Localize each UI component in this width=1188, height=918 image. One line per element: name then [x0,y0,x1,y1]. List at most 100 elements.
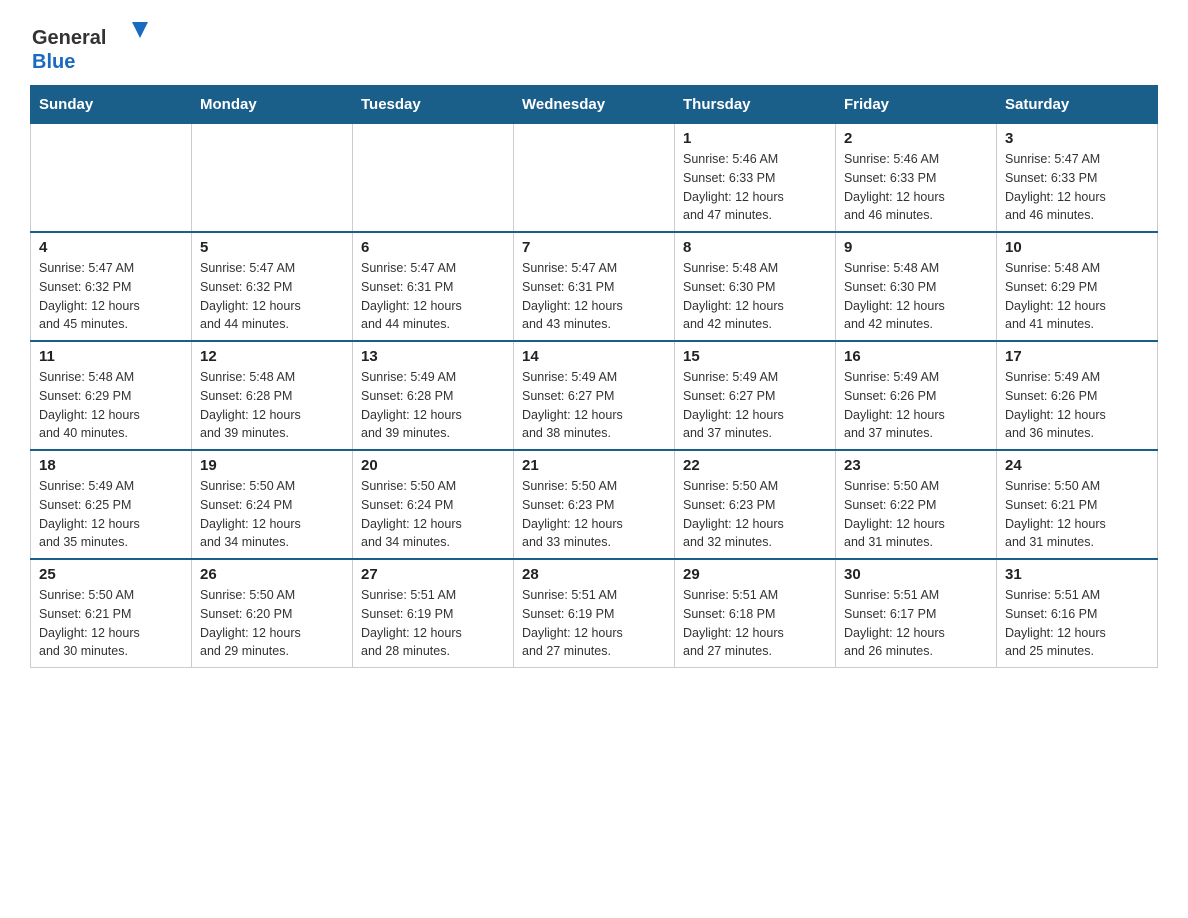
calendar-cell: 23Sunrise: 5:50 AM Sunset: 6:22 PM Dayli… [836,450,997,559]
calendar-cell: 8Sunrise: 5:48 AM Sunset: 6:30 PM Daylig… [675,232,836,341]
day-info: Sunrise: 5:48 AM Sunset: 6:29 PM Dayligh… [39,368,183,443]
week-row-4: 18 Sunrise: 5:49 AM Sunset: 6:25 PM Dayli… [31,450,1158,559]
calendar-cell: 10 Sunrise: 5:48 AM Sunset: 6:29 PM Dayli… [997,232,1158,341]
day-info: Sunrise: 5:50 AM Sunset: 6:22 PM Dayligh… [844,477,988,552]
day-number: 15 [683,348,827,365]
day-info: Sunrise: 5:48 AM Sunset: 6:28 PM Dayligh… [200,368,344,443]
day-info: Sunrise: 5:48 AM Sunset: 6:30 PM Dayligh… [683,259,827,334]
day-header-sunday: Sunday [31,86,192,124]
calendar-cell: 27 Sunrise: 5:51 AM Sunset: 6:19 PM Dayli… [353,559,514,668]
day-number: 19 [200,457,344,474]
day-header-thursday: Thursday [675,86,836,124]
day-info: Sunrise: 5:50 AM Sunset: 6:24 PM Dayligh… [361,477,505,552]
day-info: Sunrise: 5:49 AM Sunset: 6:26 PM Dayligh… [1005,368,1149,443]
calendar-table: SundayMondayTuesdayWednesdayThursdayFrid… [30,85,1158,668]
day-info: Sunrise: 5:51 AM Sunset: 6:16 PM Dayligh… [1005,586,1149,661]
calendar-cell [31,124,192,233]
page-header: General Blue [30,20,1158,75]
day-number: 2 [844,130,988,147]
day-number: 14 [522,348,666,365]
calendar-cell: 4 Sunrise: 5:47 AM Sunset: 6:32 PM Daylig… [31,232,192,341]
week-row-3: 11 Sunrise: 5:48 AM Sunset: 6:29 PM Dayli… [31,341,1158,450]
day-number: 3 [1005,130,1149,147]
day-info: Sunrise: 5:49 AM Sunset: 6:26 PM Dayligh… [844,368,988,443]
calendar-cell: 16 Sunrise: 5:49 AM Sunset: 6:26 PM Dayli… [836,341,997,450]
day-number: 5 [200,239,344,256]
calendar-cell: 25 Sunrise: 5:50 AM Sunset: 6:21 PM Dayli… [31,559,192,668]
day-info: Sunrise: 5:47 AM Sunset: 6:33 PM Dayligh… [1005,150,1149,225]
week-row-1: 1 Sunrise: 5:46 AM Sunset: 6:33 PM Daylig… [31,124,1158,233]
day-header-tuesday: Tuesday [353,86,514,124]
day-number: 30 [844,566,988,583]
calendar-cell: 21 Sunrise: 5:50 AM Sunset: 6:23 PM Dayli… [514,450,675,559]
day-info: Sunrise: 5:51 AM Sunset: 6:19 PM Dayligh… [361,586,505,661]
day-info: Sunrise: 5:51 AM Sunset: 6:19 PM Dayligh… [522,586,666,661]
day-number: 11 [39,348,183,365]
day-number: 28 [522,566,666,583]
calendar-cell: 12 Sunrise: 5:48 AM Sunset: 6:28 PM Dayli… [192,341,353,450]
day-number: 20 [361,457,505,474]
day-number: 21 [522,457,666,474]
calendar-cell: 24 Sunrise: 5:50 AM Sunset: 6:21 PM Dayli… [997,450,1158,559]
day-number: 10 [1005,239,1149,256]
calendar-cell: 11 Sunrise: 5:48 AM Sunset: 6:29 PM Dayli… [31,341,192,450]
day-number: 24 [1005,457,1149,474]
day-number: 29 [683,566,827,583]
day-info: Sunrise: 5:47 AM Sunset: 6:32 PM Dayligh… [200,259,344,334]
day-info: Sunrise: 5:51 AM Sunset: 6:17 PM Dayligh… [844,586,988,661]
svg-text:Blue: Blue [32,51,75,73]
day-info: Sunrise: 5:50 AM Sunset: 6:21 PM Dayligh… [1005,477,1149,552]
day-number: 18 [39,457,183,474]
svg-text:General: General [32,27,106,49]
calendar-cell: 26Sunrise: 5:50 AM Sunset: 6:20 PM Dayli… [192,559,353,668]
day-info: Sunrise: 5:50 AM Sunset: 6:23 PM Dayligh… [683,477,827,552]
calendar-cell: 18 Sunrise: 5:49 AM Sunset: 6:25 PM Dayli… [31,450,192,559]
calendar-cell [353,124,514,233]
day-number: 27 [361,566,505,583]
day-number: 31 [1005,566,1149,583]
calendar-cell: 6Sunrise: 5:47 AM Sunset: 6:31 PM Daylig… [353,232,514,341]
day-info: Sunrise: 5:49 AM Sunset: 6:25 PM Dayligh… [39,477,183,552]
calendar-cell: 20 Sunrise: 5:50 AM Sunset: 6:24 PM Dayli… [353,450,514,559]
calendar-cell: 9 Sunrise: 5:48 AM Sunset: 6:30 PM Daylig… [836,232,997,341]
day-number: 1 [683,130,827,147]
day-info: Sunrise: 5:49 AM Sunset: 6:28 PM Dayligh… [361,368,505,443]
day-number: 4 [39,239,183,256]
day-number: 22 [683,457,827,474]
day-number: 9 [844,239,988,256]
day-number: 16 [844,348,988,365]
calendar-cell: 17 Sunrise: 5:49 AM Sunset: 6:26 PM Dayli… [997,341,1158,450]
calendar-cell [514,124,675,233]
calendar-cell: 28 Sunrise: 5:51 AM Sunset: 6:19 PM Dayli… [514,559,675,668]
day-info: Sunrise: 5:50 AM Sunset: 6:21 PM Dayligh… [39,586,183,661]
day-info: Sunrise: 5:46 AM Sunset: 6:33 PM Dayligh… [844,150,988,225]
day-info: Sunrise: 5:49 AM Sunset: 6:27 PM Dayligh… [683,368,827,443]
day-header-wednesday: Wednesday [514,86,675,124]
day-info: Sunrise: 5:50 AM Sunset: 6:23 PM Dayligh… [522,477,666,552]
day-info: Sunrise: 5:47 AM Sunset: 6:31 PM Dayligh… [361,259,505,334]
day-number: 25 [39,566,183,583]
calendar-cell: 5 Sunrise: 5:47 AM Sunset: 6:32 PM Daylig… [192,232,353,341]
calendar-cell: 22 Sunrise: 5:50 AM Sunset: 6:23 PM Dayli… [675,450,836,559]
calendar-cell: 29 Sunrise: 5:51 AM Sunset: 6:18 PM Dayli… [675,559,836,668]
calendar-cell [192,124,353,233]
calendar-cell: 2 Sunrise: 5:46 AM Sunset: 6:33 PM Daylig… [836,124,997,233]
day-header-friday: Friday [836,86,997,124]
logo-svg: General Blue [30,20,150,75]
calendar-cell: 31 Sunrise: 5:51 AM Sunset: 6:16 PM Dayli… [997,559,1158,668]
day-info: Sunrise: 5:48 AM Sunset: 6:29 PM Dayligh… [1005,259,1149,334]
day-number: 7 [522,239,666,256]
calendar-cell: 30 Sunrise: 5:51 AM Sunset: 6:17 PM Dayli… [836,559,997,668]
day-info: Sunrise: 5:48 AM Sunset: 6:30 PM Dayligh… [844,259,988,334]
calendar-cell: 19 Sunrise: 5:50 AM Sunset: 6:24 PM Dayli… [192,450,353,559]
day-info: Sunrise: 5:47 AM Sunset: 6:32 PM Dayligh… [39,259,183,334]
day-info: Sunrise: 5:51 AM Sunset: 6:18 PM Dayligh… [683,586,827,661]
day-number: 12 [200,348,344,365]
day-info: Sunrise: 5:47 AM Sunset: 6:31 PM Dayligh… [522,259,666,334]
week-row-5: 25 Sunrise: 5:50 AM Sunset: 6:21 PM Dayli… [31,559,1158,668]
day-info: Sunrise: 5:50 AM Sunset: 6:24 PM Dayligh… [200,477,344,552]
day-header-saturday: Saturday [997,86,1158,124]
day-info: Sunrise: 5:49 AM Sunset: 6:27 PM Dayligh… [522,368,666,443]
days-header-row: SundayMondayTuesdayWednesdayThursdayFrid… [31,86,1158,124]
day-number: 17 [1005,348,1149,365]
